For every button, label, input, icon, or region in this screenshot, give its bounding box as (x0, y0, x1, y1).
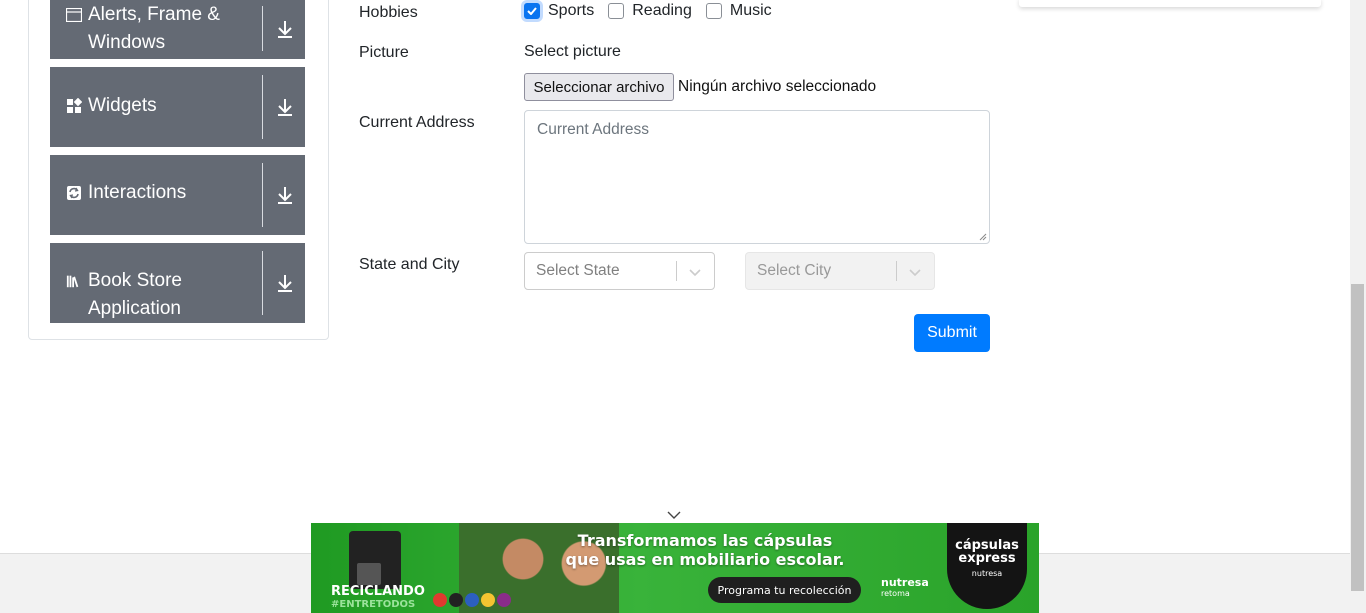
checkbox-unchecked-icon[interactable] (608, 3, 625, 19)
hobby-reading-checkbox[interactable]: Reading (608, 2, 692, 20)
hobbies-label: Hobbies (359, 4, 418, 21)
books-icon (66, 267, 82, 295)
divider (262, 6, 263, 51)
ad-headline-2: que usas en mobiliario escolar. (565, 550, 845, 569)
download-arrow-icon[interactable] (274, 272, 296, 294)
select-picture-text: Select picture (524, 43, 621, 60)
sidebar-group-interactions[interactable]: Interactions (50, 155, 305, 235)
file-upload-button[interactable]: Seleccionar archivo (524, 73, 674, 101)
select-divider (896, 261, 897, 281)
page: Alerts, Frame & Windows Widgets Interact… (0, 0, 1366, 613)
collapse-ad-chevron-icon[interactable] (666, 509, 682, 521)
chevron-down-icon[interactable] (687, 264, 703, 280)
scrollbar-thumb[interactable] (1351, 284, 1364, 591)
sidebar-group-label: Book Store (88, 270, 182, 291)
download-arrow-icon[interactable] (274, 184, 296, 206)
hobby-sports-label[interactable]: Sports (548, 2, 594, 20)
hobby-music-checkbox[interactable]: Music (705, 2, 772, 20)
chevron-down-icon[interactable] (907, 264, 923, 280)
hobbies-checkbox-group: Sports Reading Music (524, 2, 786, 20)
state-city-label: State and City (359, 256, 460, 273)
divider (262, 251, 263, 315)
sidebar-group-label: Widgets (88, 95, 157, 116)
state-select[interactable]: Select State (524, 252, 715, 290)
state-select-placeholder: Select State (536, 262, 620, 279)
city-select[interactable]: Select City (745, 252, 935, 290)
resize-grip-icon[interactable] (979, 233, 987, 241)
sidebar-group-label-line2: Application (88, 298, 181, 319)
select-divider (676, 261, 677, 281)
sidebar-group-label: Interactions (88, 182, 187, 203)
ad-brand-line1: nutresa (881, 576, 929, 589)
interactions-icon (66, 179, 82, 207)
checkbox-checked-icon[interactable] (524, 3, 540, 19)
capsule-icons (433, 593, 511, 607)
sidebar-group-label: Alerts, Frame & (88, 4, 220, 25)
ad-cta-button[interactable]: Programa tu recolección (708, 577, 861, 603)
hobby-sports-checkbox[interactable]: Sports (524, 2, 594, 20)
hobby-reading-label[interactable]: Reading (632, 2, 692, 20)
ad-badge-title: cápsulas express (955, 538, 1019, 566)
download-arrow-icon[interactable] (274, 18, 296, 40)
current-address-label: Current Address (359, 114, 475, 131)
submit-button[interactable]: Submit (914, 314, 990, 352)
current-address-textarea[interactable]: Current Address (524, 110, 990, 244)
checkbox-unchecked-icon[interactable] (705, 3, 722, 19)
download-arrow-icon[interactable] (274, 96, 296, 118)
current-address-placeholder: Current Address (537, 121, 649, 138)
widgets-icon (66, 92, 82, 120)
ad-badge-subtitle: nutresa (971, 569, 1003, 578)
divider (262, 163, 263, 227)
picture-label: Picture (359, 44, 409, 61)
right-card-fragment (1019, 0, 1321, 7)
ad-badge: cápsulas express nutresa (947, 523, 1027, 609)
file-status-text: Ningún archivo seleccionado (678, 78, 877, 95)
ad-hashtag-text: #ENTRETODOS (331, 599, 416, 610)
hobby-music-label[interactable]: Music (730, 2, 772, 20)
ad-campaign-text: RECICLANDO (331, 584, 425, 599)
ad-brand-line2: retoma (881, 589, 910, 598)
sidebar-group-label-line2: Windows (88, 32, 166, 53)
sidebar-group-widgets[interactable]: Widgets (50, 67, 305, 147)
ad-brand-logo: nutresa retoma (881, 577, 929, 599)
sidebar-group-alerts[interactable]: Alerts, Frame & Windows (50, 0, 305, 59)
ad-headline-1: Transformamos las cápsulas (577, 531, 833, 550)
city-select-placeholder: Select City (757, 262, 832, 279)
sidebar-group-bookstore[interactable]: Book Store Application (50, 243, 305, 323)
window-icon (66, 1, 82, 29)
divider (262, 75, 263, 139)
ad-banner[interactable]: RECICLANDO #ENTRETODOS Transformamos las… (311, 523, 1039, 613)
